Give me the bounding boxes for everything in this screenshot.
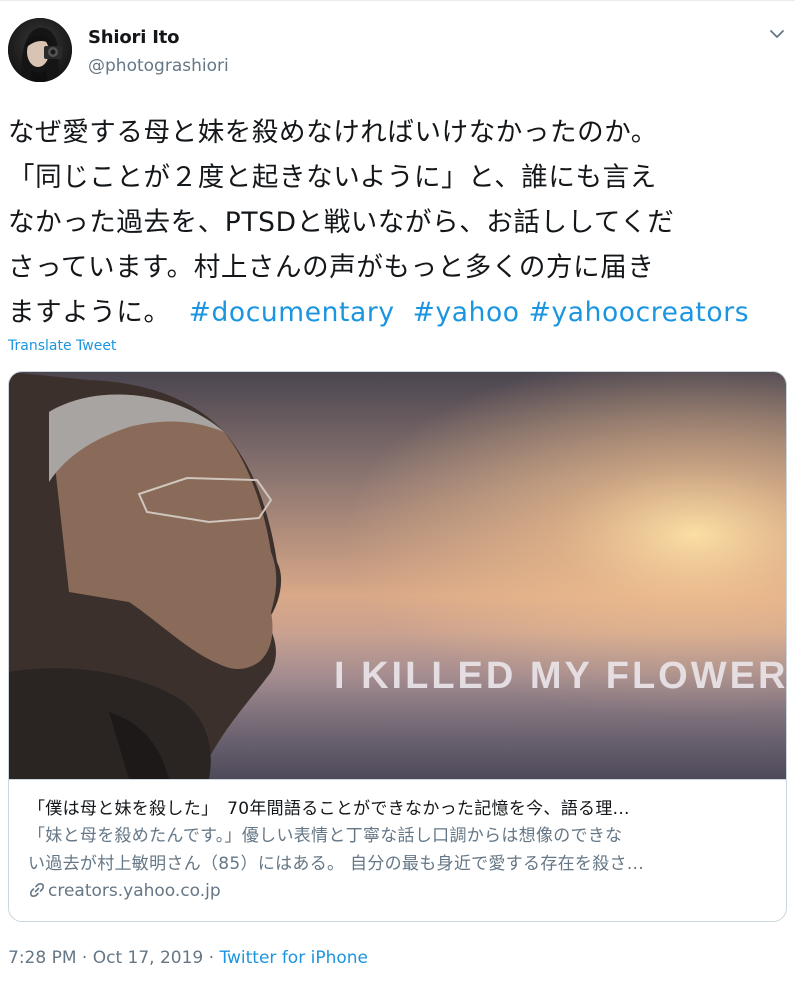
card-description-line: い過去が村上敏明さん（85）にはある。 自分の最も身近で愛する存在を殺さ...	[28, 854, 644, 874]
tweet-line: なぜ愛する母と妹を殺めなければいけなかったのか。	[8, 117, 658, 148]
tweet-text: なぜ愛する母と妹を殺めなければいけなかったのか。 「同じことが２度と起きないよう…	[8, 110, 793, 335]
hashtag-yahoocreators[interactable]: #yahoocreators	[529, 297, 749, 328]
tweet-source-link[interactable]: Twitter for iPhone	[219, 948, 368, 968]
card-description: 「妹と母を殺めたんです。」優しい表情と丁寧な話し口調からは想像のできな い過去が…	[28, 822, 773, 878]
tweet-line: ますように。 #documentary #yahoo #yahoocreator…	[8, 290, 793, 335]
tweet-date[interactable]: Oct 17, 2019	[93, 948, 204, 968]
tweet-line-text: ますように。	[8, 297, 171, 328]
meta-separator: ·	[81, 948, 88, 968]
link-icon	[28, 881, 46, 899]
hashtag-documentary[interactable]: #documentary	[189, 297, 395, 328]
hashtag-yahoo[interactable]: #yahoo	[413, 297, 520, 328]
tweet-line: なかった過去を、PTSDと戦いながら、お話ししてくだ	[8, 207, 675, 238]
tweet-line: 「同じことが２度と起きないように」と、誰にも言え	[8, 162, 657, 193]
link-card[interactable]: I KILLED MY FLOWERS 「僕は母と妹を殺した」 70年間語ること…	[8, 371, 787, 922]
tweet-line: さっています。村上さんの声がもっと多くの方に届き	[8, 252, 655, 283]
tweet-meta: 7:28 PM · Oct 17, 2019 · Twitter for iPh…	[8, 948, 368, 968]
card-description-line: 「妹と母を殺めたんです。」優しい表情と丁寧な話し口調からは想像のできな	[28, 826, 623, 846]
card-domain-text: creators.yahoo.co.jp	[48, 881, 221, 901]
tweet-time[interactable]: 7:28 PM	[8, 948, 77, 968]
display-name[interactable]: Shiori Ito	[88, 27, 179, 48]
user-handle[interactable]: @photograshiori	[88, 56, 229, 76]
card-image: I KILLED MY FLOWERS	[9, 372, 787, 779]
avatar[interactable]	[8, 18, 72, 82]
top-divider	[0, 0, 795, 1]
avatar-photo	[8, 18, 72, 82]
card-domain[interactable]: creators.yahoo.co.jp	[28, 881, 221, 901]
card-body[interactable]: 「僕は母と妹を殺した」 70年間語ることができなかった記憶を今、語る理... 「…	[9, 779, 786, 921]
translate-tweet-link[interactable]: Translate Tweet	[8, 338, 116, 354]
card-image-title: I KILLED MY FLOWERS	[334, 655, 787, 697]
chevron-down-icon[interactable]	[764, 24, 790, 44]
meta-separator: ·	[208, 948, 215, 968]
card-title[interactable]: 「僕は母と妹を殺した」 70年間語ることができなかった記憶を今、語る理...	[28, 794, 773, 819]
